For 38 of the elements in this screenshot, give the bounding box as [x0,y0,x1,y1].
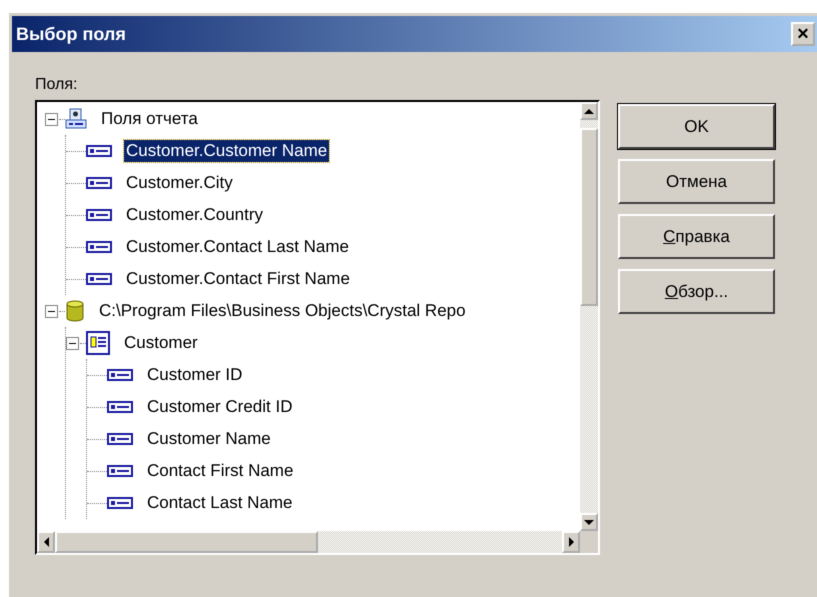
vertical-scrollbar[interactable] [580,102,598,531]
field-icon [107,433,133,445]
report-fields-icon [65,108,87,130]
horizontal-scrollbar[interactable] [37,531,598,553]
tree-item[interactable]: Customer.Contact First Name [124,268,352,290]
field-icon [107,497,133,509]
tree-item[interactable]: Поля отчета [99,108,200,130]
dialog-button[interactable]: OK [618,104,775,149]
field-icon [107,401,133,413]
tree-item[interactable]: Contact First Name [145,460,296,482]
dialog-button[interactable]: Отмена [618,159,775,204]
window-title: Выбор поля [16,24,126,44]
tree-item[interactable]: Customer.Country [124,204,265,226]
tree-item[interactable]: Customer [122,332,200,354]
field-icon [86,273,112,285]
field-icon [107,369,133,381]
tree-item[interactable]: Customer ID [145,364,244,386]
collapse-icon[interactable] [45,112,58,126]
tree-label: Поля: [35,76,78,94]
dialog-button[interactable]: Обзор... [618,269,775,314]
field-icon [107,465,133,477]
database-icon [65,300,85,322]
tree-item[interactable]: Customer Credit ID [145,396,294,418]
close-button[interactable]: × [791,22,815,46]
tree-item[interactable]: C:\Program Files\Business Objects\Crystal Repo [97,300,468,322]
collapse-icon[interactable] [45,304,58,318]
field-icon [86,241,112,253]
table-icon [86,331,110,355]
field-icon [86,145,112,157]
tree-item[interactable]: Contact Last Name [145,492,295,514]
tree-item[interactable]: Customer Name [145,428,273,450]
dialog-button[interactable]: Справка [618,214,775,259]
tree-item[interactable]: Customer.City [124,172,235,194]
field-icon [86,177,112,189]
collapse-icon[interactable] [66,336,79,350]
tree-item[interactable]: Customer.Customer Name [124,140,330,162]
tree-item[interactable]: Customer.Contact Last Name [124,236,351,258]
field-icon [86,209,112,221]
